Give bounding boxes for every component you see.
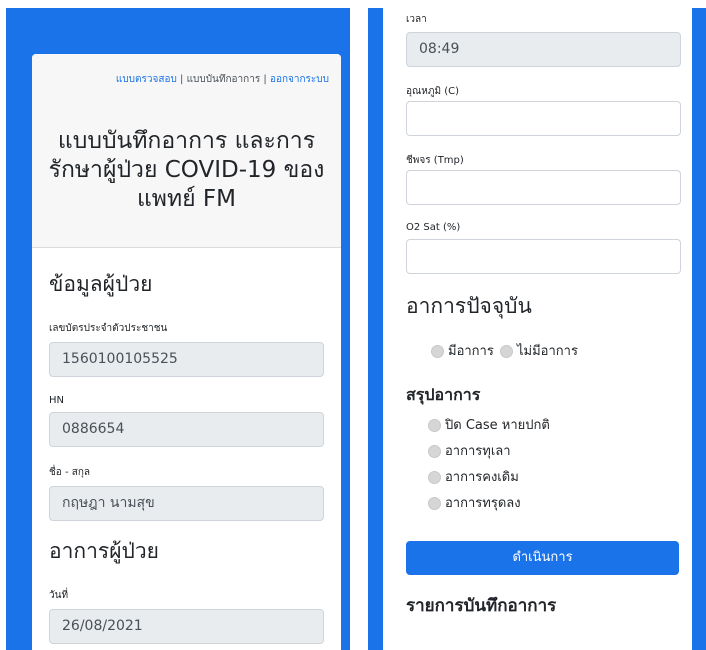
- records-heading: รายการบันทึกอาการ: [406, 596, 557, 616]
- radio-closed-case-label: ปิด Case หายปกติ: [445, 418, 550, 433]
- patient-heading: ข้อมูลผู้ป่วย: [49, 272, 153, 296]
- nav-check-form-link[interactable]: แบบตรวจสอบ: [116, 74, 177, 85]
- current-symptom-heading: อาการปัจจุบัน: [406, 294, 532, 318]
- form-card: แบบตรวจสอบ | แบบบันทึกอาการ | ออกจากระบบ…: [32, 54, 341, 650]
- radio-circle-icon: [428, 445, 441, 458]
- radio-has-symptom[interactable]: มีอาการ: [431, 344, 494, 359]
- radio-circle-icon: [428, 419, 441, 432]
- card-header: แบบตรวจสอบ | แบบบันทึกอาการ | ออกจากระบบ…: [32, 54, 341, 248]
- radio-closed-case[interactable]: ปิด Case หายปกติ: [428, 414, 550, 435]
- hn-field[interactable]: 0886654: [49, 412, 324, 447]
- temp-field[interactable]: [406, 101, 681, 136]
- radio-stable-label: อาการคงเดิม: [445, 470, 519, 485]
- summary-heading: สรุปอาการ: [406, 385, 481, 404]
- radio-circle-icon: [428, 471, 441, 484]
- hn-label: HN: [49, 395, 64, 406]
- o2-field[interactable]: [406, 239, 681, 274]
- nav-symptom-log-link[interactable]: แบบบันทึกอาการ: [187, 74, 261, 85]
- time-label: เวลา: [406, 14, 427, 25]
- submit-button[interactable]: ดำเนินการ: [406, 541, 679, 575]
- radio-no-symptom-label: ไม่มีอาการ: [516, 344, 578, 359]
- nav-logout-link[interactable]: ออกจากระบบ: [270, 74, 329, 85]
- form-card-continued: เวลา 08:49 อุณหภูมิ (C) ชีพจร (Tmp) O2 S…: [383, 8, 692, 650]
- date-label: วันที่: [49, 590, 69, 601]
- radio-no-symptom[interactable]: ไม่มีอาการ: [499, 344, 578, 359]
- radio-circle-icon: [428, 497, 441, 510]
- radio-has-symptom-label: มีอาการ: [448, 344, 494, 359]
- id-label: เลขบัตรประจำตัวประชาชน: [49, 323, 168, 334]
- top-nav: แบบตรวจสอบ | แบบบันทึกอาการ | ออกจากระบบ: [32, 54, 341, 87]
- nav-separator: |: [263, 74, 267, 85]
- radio-improved-label: อาการทุเลา: [445, 444, 511, 459]
- nav-separator: |: [180, 74, 184, 85]
- radio-circle-icon: [431, 345, 444, 358]
- radio-circle-icon: [499, 345, 513, 358]
- page-title: แบบบันทึกอาการ และการรักษาผู้ป่วย COVID-…: [48, 128, 325, 212]
- radio-stable[interactable]: อาการคงเดิม: [428, 466, 519, 487]
- radio-worse[interactable]: อาการทรุดลง: [428, 492, 521, 513]
- temp-label: อุณหภูมิ (C): [406, 86, 460, 97]
- name-label: ชื่อ - สกุล: [49, 467, 91, 478]
- name-field[interactable]: กฤษฎา นามสุข: [49, 486, 324, 521]
- patient-section: ข้อมูลผู้ป่วย เลขบัตรประจำตัวประชาชน 156…: [32, 268, 341, 650]
- current-symptom-options: มีอาการ ไม่มีอาการ: [431, 340, 578, 361]
- radio-worse-label: อาการทรุดลง: [445, 496, 521, 511]
- o2-label: O2 Sat (%): [406, 222, 461, 233]
- id-field[interactable]: 1560100105525: [49, 342, 324, 377]
- time-field[interactable]: 08:49: [406, 32, 681, 67]
- pulse-field[interactable]: [406, 170, 681, 205]
- date-field[interactable]: 26/08/2021: [49, 609, 324, 644]
- radio-improved[interactable]: อาการทุเลา: [428, 440, 511, 461]
- right-screenshot-panel: เวลา 08:49 อุณหภูมิ (C) ชีพจร (Tmp) O2 S…: [368, 8, 706, 650]
- pulse-label: ชีพจร (Tmp): [406, 155, 464, 166]
- left-screenshot-panel: แบบตรวจสอบ | แบบบันทึกอาการ | ออกจากระบบ…: [6, 8, 350, 650]
- symptoms-heading: อาการผู้ป่วย: [49, 539, 159, 563]
